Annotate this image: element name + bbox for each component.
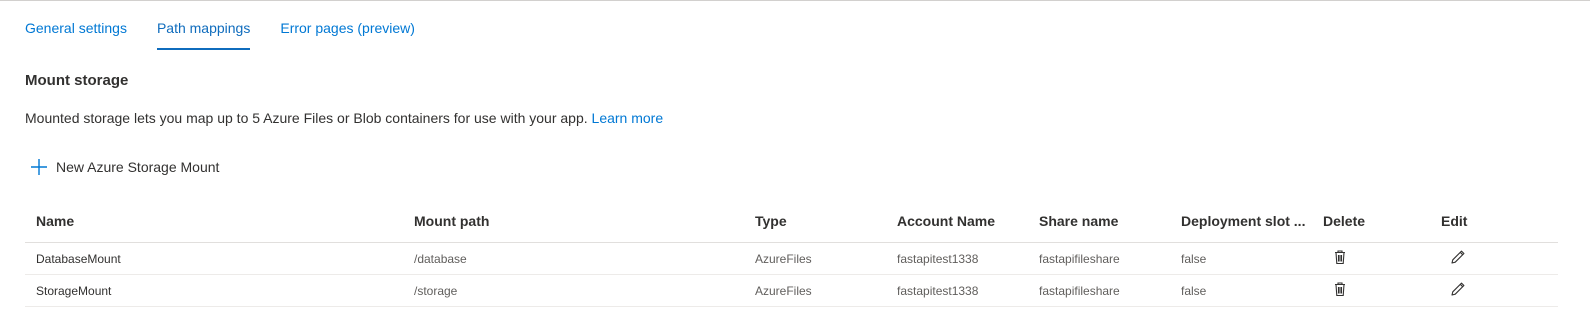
trash-icon[interactable] — [1331, 248, 1349, 266]
column-header-account-name[interactable]: Account Name — [897, 213, 1039, 229]
cell-share-name: fastapifileshare — [1039, 283, 1120, 298]
section-description: Mounted storage lets you map up to 5 Azu… — [25, 110, 663, 126]
table-header: Name Mount path Type Account Name Share … — [25, 200, 1558, 243]
column-header-deployment-slot[interactable]: Deployment slot ... — [1181, 213, 1323, 229]
cell-type: AzureFiles — [755, 251, 812, 266]
column-header-mount-path[interactable]: Mount path — [414, 213, 755, 229]
tab-path-mappings[interactable]: Path mappings — [156, 14, 251, 50]
cell-deployment-slot: false — [1181, 251, 1207, 266]
cell-mount-path: /database — [414, 251, 467, 266]
pencil-icon[interactable] — [1449, 248, 1467, 266]
tab-error-pages[interactable]: Error pages (preview) — [280, 14, 415, 50]
column-header-share-name[interactable]: Share name — [1039, 213, 1181, 229]
description-text: Mounted storage lets you map up to 5 Azu… — [25, 110, 588, 126]
cell-account-name: fastapitest1338 — [897, 251, 979, 266]
table-row[interactable]: DatabaseMount /database AzureFiles fasta… — [25, 243, 1558, 275]
column-header-edit: Edit — [1441, 213, 1468, 229]
cell-account-name: fastapitest1338 — [897, 283, 979, 298]
top-divider — [0, 0, 1590, 1]
learn-more-link[interactable]: Learn more — [592, 110, 664, 126]
trash-icon[interactable] — [1331, 280, 1349, 298]
cell-name: DatabaseMount — [36, 251, 121, 266]
column-header-delete: Delete — [1323, 213, 1366, 229]
mounts-table: Name Mount path Type Account Name Share … — [25, 200, 1558, 307]
cell-mount-path: /storage — [414, 283, 458, 298]
tab-bar: General settings Path mappings Error pag… — [25, 14, 445, 50]
tab-general-settings[interactable]: General settings — [25, 14, 127, 50]
cell-deployment-slot: false — [1181, 283, 1207, 298]
delete-cell — [1323, 248, 1441, 269]
cell-name: StorageMount — [36, 283, 112, 298]
plus-icon — [31, 159, 47, 175]
edit-cell — [1441, 280, 1558, 301]
column-header-name[interactable]: Name — [25, 213, 414, 229]
section-title: Mount storage — [25, 72, 129, 89]
column-header-type[interactable]: Type — [755, 213, 897, 229]
pencil-icon[interactable] — [1449, 280, 1467, 298]
cell-share-name: fastapifileshare — [1039, 251, 1120, 266]
new-storage-mount-label: New Azure Storage Mount — [56, 159, 220, 175]
table-row[interactable]: StorageMount /storage AzureFiles fastapi… — [25, 275, 1558, 307]
delete-cell — [1323, 280, 1441, 301]
edit-cell — [1441, 248, 1558, 269]
new-storage-mount-button[interactable]: New Azure Storage Mount — [30, 156, 219, 178]
cell-type: AzureFiles — [755, 283, 812, 298]
